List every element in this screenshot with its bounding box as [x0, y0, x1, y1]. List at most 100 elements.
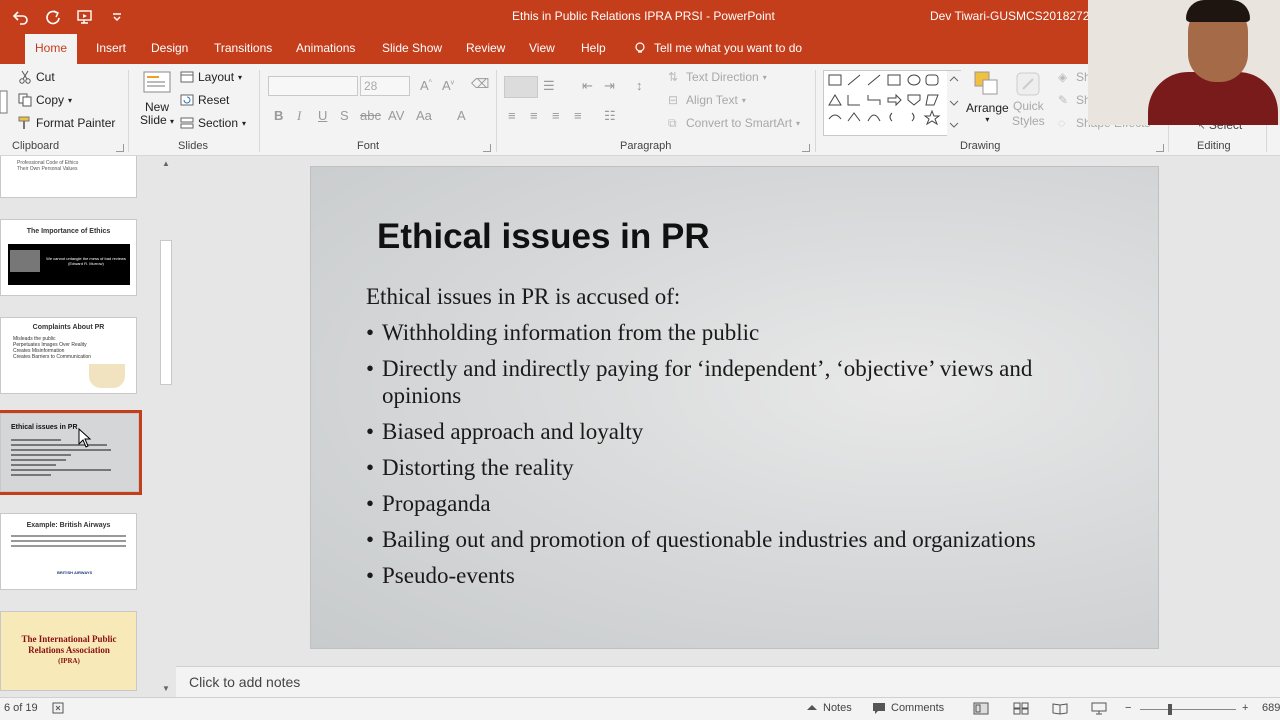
notes-pane[interactable]: Click to add notes: [176, 666, 1280, 697]
justify-icon[interactable]: ≡: [574, 108, 582, 123]
slide-sorter-button[interactable]: [1013, 702, 1029, 715]
align-center-icon[interactable]: ≡: [530, 108, 538, 123]
reading-view-button[interactable]: [1052, 702, 1068, 715]
decrease-font-icon[interactable]: Av: [442, 78, 454, 93]
shadow-icon[interactable]: S: [340, 108, 349, 123]
comments-button[interactable]: Comments: [872, 702, 944, 714]
slide-bullet: Pseudo-events: [366, 562, 1086, 589]
convert-smartart-button[interactable]: ⧉ Convert to SmartArt ▾: [668, 116, 800, 130]
font-launcher-icon[interactable]: [483, 144, 491, 152]
zoom-level[interactable]: 689: [1262, 702, 1280, 714]
slide-body[interactable]: Ethical issues in PR is accused of: With…: [366, 283, 1086, 598]
slide-thumbnail[interactable]: The Importance of Ethics We cannot untan…: [0, 219, 137, 296]
slide-thumbnail[interactable]: The International Public Relations Assoc…: [0, 611, 137, 691]
chevron-down-icon: ▾: [741, 95, 746, 105]
thumbnail-line: Creates Barriers to Communication: [13, 354, 92, 360]
align-left-icon[interactable]: ≡: [508, 108, 516, 123]
change-case-icon[interactable]: Aa: [416, 108, 432, 123]
tab-review[interactable]: Review: [464, 34, 507, 64]
slide-counter: 6 of 19: [4, 702, 38, 714]
cut-button[interactable]: Cut: [18, 70, 55, 84]
italic-icon[interactable]: I: [297, 108, 301, 124]
scroll-down-icon[interactable]: ▼: [160, 684, 172, 694]
paste-button[interactable]: [0, 82, 8, 122]
undo-icon[interactable]: [8, 6, 34, 28]
redo-icon[interactable]: [40, 6, 66, 28]
bold-icon[interactable]: B: [274, 108, 283, 123]
tab-help[interactable]: Help: [579, 34, 608, 64]
clipboard-launcher-icon[interactable]: [116, 144, 124, 152]
strikethrough-icon[interactable]: abc: [360, 108, 381, 123]
scrollbar-thumb[interactable]: [160, 240, 172, 385]
bullets-icon[interactable]: [504, 76, 538, 98]
slide-thumbnail[interactable]: Complaints About PR Misleads the public …: [0, 317, 137, 394]
thumbnail-line: [11, 449, 111, 451]
reset-button[interactable]: Reset: [180, 93, 229, 107]
line-spacing-icon[interactable]: ↕: [636, 78, 643, 93]
zoom-in-button[interactable]: +: [1242, 702, 1248, 714]
scroll-up-icon[interactable]: ▲: [160, 159, 172, 169]
decrease-indent-icon[interactable]: ⇤: [582, 78, 593, 94]
user-name[interactable]: Dev Tiwari-GUSMCS201827255: [930, 9, 1103, 23]
tab-slide-show[interactable]: Slide Show: [380, 34, 444, 64]
copy-button[interactable]: Copy ▾: [18, 93, 72, 107]
tab-view[interactable]: View: [527, 34, 557, 64]
font-color-icon[interactable]: A: [457, 108, 466, 123]
tab-animations[interactable]: Animations: [294, 34, 357, 64]
zoom-out-button[interactable]: −: [1125, 702, 1131, 714]
shapes-gallery[interactable]: [823, 70, 962, 137]
tell-me-search[interactable]: Tell me what you want to do: [634, 34, 802, 64]
zoom-slider[interactable]: [1140, 709, 1236, 710]
paragraph-launcher-icon[interactable]: [802, 144, 810, 152]
slide-show-button[interactable]: [1091, 702, 1107, 715]
slide-thumbnail-selected[interactable]: Ethical issues in PR: [0, 410, 142, 495]
text-direction-label: Text Direction: [686, 70, 759, 84]
thumbnail-brand: BRITISH AIRWAYS: [57, 570, 93, 575]
slide-thumbnail[interactable]: Professional Code of Ethics Their Own Pe…: [0, 156, 137, 198]
zoom-slider-handle[interactable]: [1168, 704, 1172, 715]
notes-button[interactable]: Notes: [806, 702, 852, 714]
tab-design[interactable]: Design: [149, 34, 190, 64]
align-right-icon[interactable]: ≡: [552, 108, 560, 123]
arrange-button[interactable]: Arrange ▾: [966, 70, 1009, 124]
shapes-icon: [828, 71, 962, 137]
increase-indent-icon[interactable]: ⇥: [604, 78, 615, 94]
character-spacing-icon[interactable]: AV: [388, 108, 404, 123]
shape-outline-button[interactable]: ✎ Sh: [1058, 93, 1091, 107]
section-button[interactable]: Section ▾: [180, 116, 246, 130]
layout-button[interactable]: Layout ▾: [180, 70, 242, 84]
clear-formatting-icon[interactable]: ⌫: [471, 76, 489, 92]
thumbnail-line: [11, 454, 71, 456]
thumbnail-line: [11, 474, 51, 476]
tab-insert[interactable]: Insert: [94, 34, 128, 64]
tab-transitions[interactable]: Transitions: [212, 34, 274, 64]
accessibility-icon[interactable]: [52, 702, 66, 714]
normal-view-button[interactable]: [973, 702, 989, 715]
thumbnail-author: (Edward R. Murrow): [68, 261, 104, 266]
font-size-box[interactable]: 28: [360, 76, 410, 96]
columns-icon[interactable]: ☷: [604, 108, 616, 124]
slide-thumbnail[interactable]: Example: British Airways BRITISH AIRWAYS: [0, 513, 137, 590]
scissors-icon: [19, 70, 31, 84]
drawing-launcher-icon[interactable]: [1156, 144, 1164, 152]
divider: [128, 70, 129, 152]
increase-font-icon[interactable]: A^: [420, 78, 432, 93]
slide-title[interactable]: Ethical issues in PR: [377, 217, 710, 257]
align-text-button[interactable]: ⊟ Align Text ▾: [668, 93, 746, 107]
thumbnail-scrollbar[interactable]: [159, 156, 173, 697]
start-from-beginning-icon[interactable]: [72, 6, 98, 28]
font-name-box[interactable]: [268, 76, 358, 96]
font-size-value: 28: [364, 79, 378, 93]
slide-canvas[interactable]: Ethical issues in PR Ethical issues in P…: [310, 166, 1159, 649]
numbering-icon[interactable]: ☰: [543, 78, 555, 94]
shape-fill-button[interactable]: ◈ Sh: [1058, 70, 1091, 84]
window-title: Ethis in Public Relations IPRA PRSI - Po…: [512, 9, 775, 23]
customize-toolbar-icon[interactable]: [104, 6, 130, 28]
new-slide-button[interactable]: New Slide ▾: [140, 68, 174, 127]
quick-styles-button[interactable]: Quick Styles: [1012, 70, 1045, 128]
format-painter-button[interactable]: Format Painter: [18, 116, 115, 130]
text-direction-button[interactable]: ⇅ Text Direction ▾: [668, 70, 767, 84]
underline-icon[interactable]: U: [318, 108, 327, 123]
thumbnail-line: [11, 439, 61, 441]
tab-home[interactable]: Home: [25, 34, 78, 64]
